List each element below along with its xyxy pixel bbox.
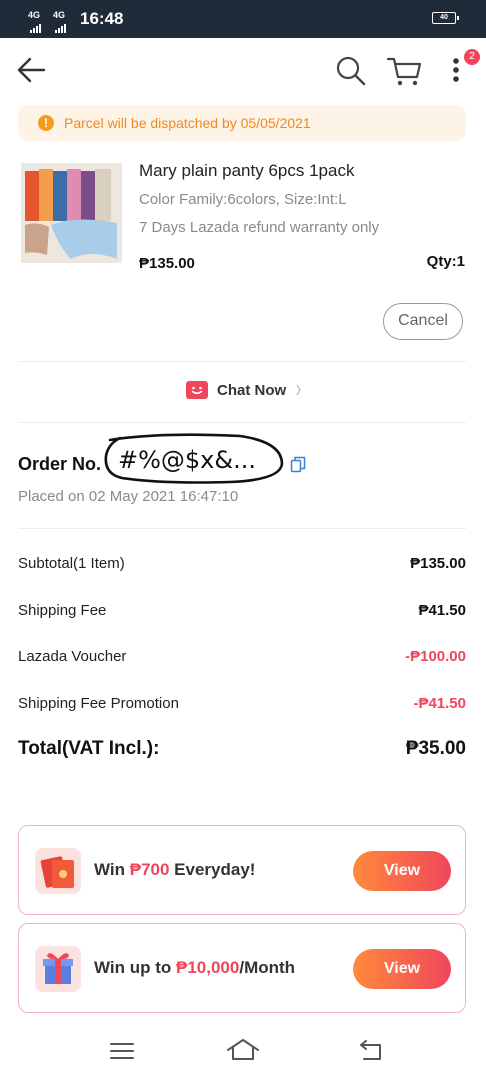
battery-icon: 40 [432, 12, 459, 24]
chevron-right-icon [296, 384, 301, 396]
cart-count-badge: 2 [464, 49, 480, 65]
red-envelope-icon [35, 848, 81, 894]
dispatch-text: Parcel will be dispatched by 05/05/2021 [64, 115, 311, 131]
menu-icon[interactable] [110, 1041, 134, 1061]
search-icon[interactable] [334, 55, 368, 87]
summary-value: ₱41.50 [418, 602, 466, 619]
summary-label: Shipping Fee Promotion [18, 695, 179, 712]
summary-label: Subtotal(1 Item) [18, 555, 125, 572]
summary-row: Lazada Voucher -₱100.00 [18, 648, 466, 670]
status-bar: 4G 4G 16:48 40 [0, 0, 486, 38]
dispatch-banner: ! Parcel will be dispatched by 05/05/202… [18, 105, 466, 141]
view-button[interactable]: View [353, 949, 451, 989]
home-icon[interactable] [226, 1038, 260, 1062]
total-row: Total(VAT Incl.): ₱35.00 [18, 738, 466, 760]
cart-icon[interactable] [386, 55, 424, 87]
product-variation: Color Family:6colors, Size:Int:L [139, 191, 347, 208]
summary-row: Shipping Fee ₱41.50 [18, 602, 466, 624]
more-options-icon[interactable] [450, 57, 462, 85]
copy-icon[interactable] [290, 456, 306, 473]
signal-icon-2 [55, 15, 67, 33]
product-thumbnail[interactable] [21, 163, 122, 263]
back-arrow-icon[interactable] [16, 56, 48, 84]
view-button[interactable]: View [353, 851, 451, 891]
order-number: #%@$x&... [118, 446, 256, 474]
clock: 16:48 [80, 9, 124, 28]
total-value: ₱35.00 [405, 738, 466, 759]
promo-card[interactable]: Win up to ₱10,000/Month View [18, 923, 466, 1013]
product-qty: Qty:1 [426, 253, 465, 270]
product-warranty: 7 Days Lazada refund warranty only [139, 219, 380, 236]
product-title[interactable]: Mary plain panty 6pcs 1pack [139, 161, 354, 181]
chat-icon[interactable] [186, 381, 208, 399]
summary-label: Shipping Fee [18, 602, 107, 619]
chat-now-button[interactable]: Chat Now [217, 382, 286, 399]
divider [18, 361, 466, 362]
placed-date: Placed on 02 May 2021 16:47:10 [18, 488, 239, 505]
back-nav-icon[interactable] [358, 1040, 384, 1062]
total-label: Total(VAT Incl.): [18, 738, 160, 759]
summary-row: Subtotal(1 Item) ₱135.00 [18, 555, 466, 577]
gift-icon [35, 946, 81, 992]
summary-value: ₱135.00 [410, 555, 466, 572]
summary-row: Shipping Fee Promotion -₱41.50 [18, 695, 466, 717]
promo-title: Win ₱700 Everyday! [94, 860, 256, 879]
divider [18, 528, 466, 529]
product-image [21, 163, 122, 263]
promo-card[interactable]: Win ₱700 Everyday! View [18, 825, 466, 915]
signal-icon [30, 15, 42, 33]
promo-title: Win up to ₱10,000/Month [94, 958, 296, 977]
summary-value: -₱41.50 [413, 695, 466, 712]
cancel-button[interactable]: Cancel [383, 303, 463, 340]
info-icon: ! [38, 115, 54, 131]
summary-label: Lazada Voucher [18, 648, 127, 665]
divider [18, 422, 466, 423]
order-number-label: Order No. [18, 454, 102, 474]
summary-value: -₱100.00 [405, 648, 466, 665]
product-price: ₱135.00 [139, 255, 195, 272]
